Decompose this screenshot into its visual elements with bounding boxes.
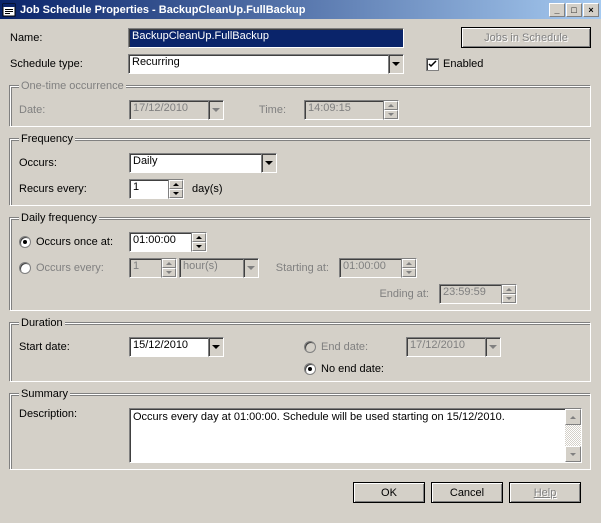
no-end-date-radio[interactable]	[304, 363, 316, 375]
summary-group: Summary Description: Occurs every day at…	[10, 388, 591, 470]
starting-at-label: Starting at:	[259, 262, 339, 274]
frequency-legend: Frequency	[19, 133, 75, 145]
schedule-type-label: Schedule type:	[10, 58, 128, 70]
help-button[interactable]: Help	[509, 482, 581, 503]
chevron-down-icon	[208, 337, 224, 357]
description-textarea[interactable]: Occurs every day at 01:00:00. Schedule w…	[129, 408, 582, 463]
occurs-once-label: Occurs once at:	[36, 236, 129, 248]
description-value: Occurs every day at 01:00:00. Schedule w…	[133, 411, 505, 423]
app-icon	[2, 3, 16, 17]
recurs-label: Recurs every:	[19, 183, 129, 195]
chevron-down-icon	[485, 337, 501, 357]
chevron-down-icon	[388, 54, 404, 74]
frequency-group: Frequency Occurs: Daily Recurs every: 1 …	[10, 133, 591, 206]
recurs-value: 1	[129, 179, 168, 199]
scrollbar[interactable]	[565, 409, 581, 462]
occurs-every-value: 1	[129, 258, 161, 278]
occurs-every-spinner: 1	[129, 258, 177, 278]
no-end-date-label: No end date:	[321, 363, 384, 375]
onetime-date-label: Date:	[19, 104, 129, 116]
cancel-button[interactable]: Cancel	[431, 482, 503, 503]
description-label: Description:	[19, 408, 129, 420]
start-date-value: 15/12/2010	[129, 337, 208, 357]
recurs-unit: day(s)	[192, 183, 223, 195]
chevron-down-icon	[243, 258, 259, 278]
ok-button[interactable]: OK	[353, 482, 425, 503]
occurs-every-unit-select: hour(s)	[179, 258, 259, 278]
duration-group: Duration Start date: 15/12/2010 End date…	[10, 317, 591, 382]
daily-legend: Daily frequency	[19, 212, 99, 224]
onetime-time-spinner: 14:09:15	[304, 100, 399, 120]
start-date-picker[interactable]: 15/12/2010	[129, 337, 224, 357]
jobs-in-schedule-button[interactable]: Jobs in Schedule	[461, 27, 591, 48]
ending-at-value: 23:59:59	[439, 284, 501, 304]
scroll-down-icon[interactable]	[565, 446, 581, 462]
end-date-label: End date:	[321, 341, 406, 353]
onetime-date-value: 17/12/2010	[129, 100, 208, 120]
schedule-type-value: Recurring	[128, 54, 388, 74]
occurs-every-radio[interactable]	[19, 262, 31, 274]
schedule-type-select[interactable]: Recurring	[128, 54, 404, 74]
onetime-date-picker: 17/12/2010	[129, 100, 224, 120]
help-button-label: Help	[534, 487, 557, 499]
occurs-once-time-spinner[interactable]: 01:00:00	[129, 232, 207, 252]
end-date-value: 17/12/2010	[406, 337, 485, 357]
occurs-every-unit: hour(s)	[179, 258, 243, 278]
scroll-track[interactable]	[565, 425, 581, 446]
scroll-up-icon[interactable]	[565, 409, 581, 425]
onetime-time-label: Time:	[224, 104, 304, 116]
starting-at-value: 01:00:00	[339, 258, 401, 278]
window-title: Job Schedule Properties - BackupCleanUp.…	[20, 4, 549, 16]
end-date-picker: 17/12/2010	[406, 337, 501, 357]
occurs-select[interactable]: Daily	[129, 153, 277, 173]
name-input[interactable]: BackupCleanUp.FullBackup	[128, 28, 404, 48]
occurs-label: Occurs:	[19, 157, 129, 169]
chevron-down-icon	[208, 100, 224, 120]
maximize-button[interactable]: □	[566, 3, 582, 17]
chevron-down-icon	[261, 153, 277, 173]
occurs-every-label: Occurs every:	[36, 262, 129, 274]
daily-frequency-group: Daily frequency Occurs once at: 01:00:00…	[10, 212, 591, 311]
enabled-label: Enabled	[443, 58, 483, 70]
duration-legend: Duration	[19, 317, 65, 329]
onetime-legend: One-time occurrence	[19, 80, 126, 92]
name-label: Name:	[10, 32, 128, 44]
minimize-button[interactable]: _	[549, 3, 565, 17]
occurs-once-radio[interactable]	[19, 236, 31, 248]
end-date-radio[interactable]	[304, 341, 316, 353]
dialog-footer: OK Cancel Help	[10, 476, 591, 503]
occurs-value: Daily	[129, 153, 261, 173]
onetime-group: One-time occurrence Date: 17/12/2010 Tim…	[10, 80, 591, 127]
onetime-time-value: 14:09:15	[304, 100, 383, 120]
occurs-once-value: 01:00:00	[129, 232, 191, 252]
recurs-spinner[interactable]: 1	[129, 179, 184, 199]
start-date-label: Start date:	[19, 341, 129, 353]
summary-legend: Summary	[19, 388, 70, 400]
starting-at-spinner: 01:00:00	[339, 258, 417, 278]
ending-at-spinner: 23:59:59	[439, 284, 517, 304]
close-button[interactable]: ×	[583, 3, 599, 17]
ending-at-label: Ending at:	[359, 288, 439, 300]
title-bar: Job Schedule Properties - BackupCleanUp.…	[0, 0, 601, 19]
enabled-checkbox[interactable]	[426, 58, 439, 71]
